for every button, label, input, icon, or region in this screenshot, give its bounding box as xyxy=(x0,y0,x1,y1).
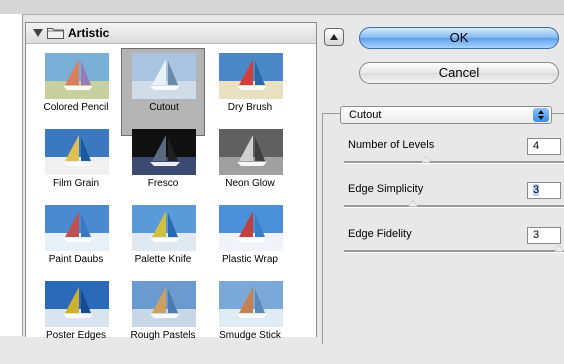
edge-fidelity-slider-track[interactable] xyxy=(344,250,564,253)
filter-thumbnail-palette-knife[interactable]: Palette Knife xyxy=(121,200,205,288)
filter-gallery: Artistic Colored Pencil Cutout Dry Brush Fi… xyxy=(25,22,317,341)
filter-thumbnail-label: Paint Daubs xyxy=(48,254,104,265)
edge-fidelity-label: Edge Fidelity xyxy=(348,228,412,240)
ok-button[interactable]: OK xyxy=(359,27,559,49)
edge-simplicity-label: Edge Simplicity xyxy=(348,183,424,195)
filter-thumbnail-label: Dry Brush xyxy=(227,102,273,113)
edge-simplicity-slider-track[interactable] xyxy=(344,205,564,208)
fresco-thumbnail-icon xyxy=(132,129,196,175)
edge-simplicity-slider-thumb[interactable] xyxy=(408,200,419,207)
cancel-button[interactable]: Cancel xyxy=(359,62,559,84)
cutout-thumbnail-icon xyxy=(132,53,196,99)
filter-select[interactable]: Cutout xyxy=(340,106,552,124)
filter-thumbnail-plastic-wrap[interactable]: Plastic Wrap xyxy=(208,200,292,288)
filter-select-value: Cutout xyxy=(349,109,382,121)
edge-simplicity-field[interactable]: 3 xyxy=(527,182,561,199)
disclosure-triangle-icon[interactable] xyxy=(33,29,43,37)
filter-thumbnail-label: Film Grain xyxy=(52,178,100,189)
filter-thumbnail-poster-edges[interactable]: Poster Edges xyxy=(34,276,118,364)
film-grain-thumbnail-icon xyxy=(45,129,109,175)
filter-thumbnail-neon-glow[interactable]: Neon Glow xyxy=(208,124,292,212)
filter-thumbnail-cutout[interactable]: Cutout xyxy=(121,48,205,136)
gallery-category-header[interactable]: Artistic xyxy=(26,23,316,44)
preview-edge xyxy=(0,14,23,336)
edge-fidelity-value: 3 xyxy=(533,229,540,241)
neon-glow-thumbnail-icon xyxy=(219,129,283,175)
filter-thumbnail-label: Colored Pencil xyxy=(43,102,109,113)
filter-thumbnail-label: Palette Knife xyxy=(134,254,192,265)
edge-simplicity-value: 3 xyxy=(533,184,540,196)
filter-thumbnail-paint-daubs[interactable]: Paint Daubs xyxy=(34,200,118,288)
edge-fidelity-field[interactable]: 3 xyxy=(527,227,561,244)
paint-daubs-thumbnail-icon xyxy=(45,205,109,251)
number-of-levels-field[interactable]: 4 xyxy=(527,138,561,155)
filter-thumbnail-fresco[interactable]: Fresco xyxy=(121,124,205,212)
poster-edges-thumbnail-icon xyxy=(45,281,109,327)
palette-knife-thumbnail-icon xyxy=(132,205,196,251)
number-of-levels-label: Number of Levels xyxy=(348,139,435,151)
folder-icon xyxy=(47,28,64,39)
edge-fidelity-slider-thumb[interactable] xyxy=(554,245,564,252)
filter-thumbnail-label: Neon Glow xyxy=(225,178,275,189)
plastic-wrap-thumbnail-icon xyxy=(219,205,283,251)
dialog-top-bar xyxy=(0,0,564,15)
gallery-category-label: Artistic xyxy=(68,26,110,40)
smudge-stick-thumbnail-icon xyxy=(219,281,283,327)
filter-thumbnail-label: Cutout xyxy=(149,102,179,113)
collapse-up-icon xyxy=(330,34,338,40)
filter-thumbnail-label: Fresco xyxy=(147,178,179,189)
filter-thumbnail-colored-pencil[interactable]: Colored Pencil xyxy=(34,48,118,136)
rough-pastels-thumbnail-icon xyxy=(132,281,196,327)
colored-pencil-thumbnail-icon xyxy=(45,53,109,99)
filter-thumbnail-rough-pastels[interactable]: Rough Pastels xyxy=(121,276,205,364)
collapse-gallery-button[interactable] xyxy=(324,28,344,46)
number-of-levels-value: 4 xyxy=(533,140,540,152)
number-of-levels-slider-track[interactable] xyxy=(344,161,564,164)
filter-thumbnail-smudge-stick[interactable]: Smudge Stick xyxy=(208,276,292,364)
dry-brush-thumbnail-icon xyxy=(219,53,283,99)
select-arrows-icon xyxy=(533,108,549,122)
filter-thumbnail-label: Plastic Wrap xyxy=(222,254,278,265)
filter-thumbnail-dry-brush[interactable]: Dry Brush xyxy=(208,48,292,136)
number-of-levels-slider-thumb[interactable] xyxy=(421,156,432,163)
filter-thumbnail-film-grain[interactable]: Film Grain xyxy=(34,124,118,212)
